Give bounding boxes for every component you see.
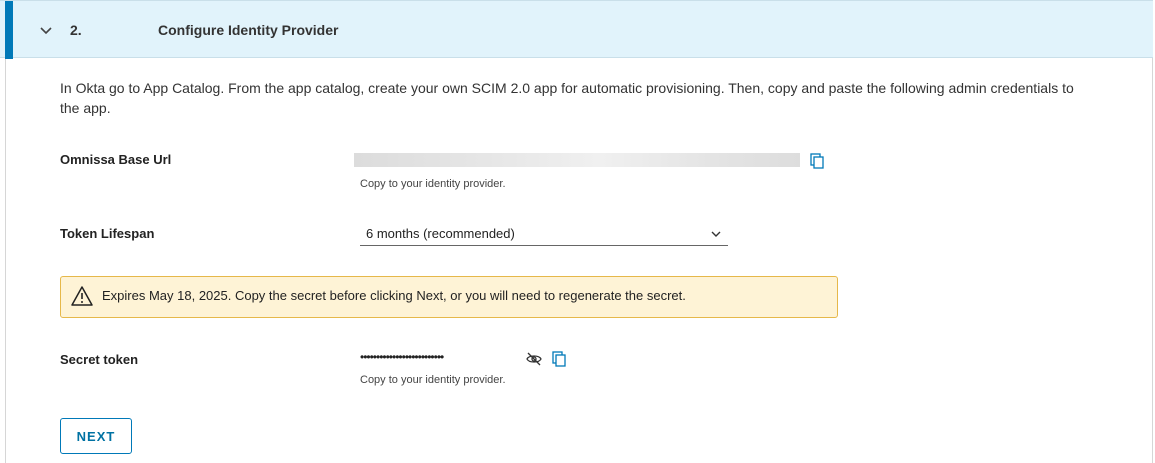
step-header[interactable]: 2. Configure Identity Provider — [0, 0, 1153, 59]
intro-text: In Okta go to App Catalog. From the app … — [60, 80, 1074, 116]
expiry-warning-alert: Expires May 18, 2025. Copy the secret be… — [60, 276, 838, 318]
copy-icon[interactable] — [552, 351, 566, 367]
token-lifespan-select[interactable]: 6 months (recommended) — [360, 222, 728, 246]
secret-token-value: •••••••••••••••••••••••••• — [360, 350, 444, 364]
warning-triangle-icon — [71, 286, 93, 306]
eye-hide-icon[interactable] — [526, 352, 542, 366]
next-button[interactable]: NEXT — [60, 418, 132, 454]
token-lifespan-value: 6 months (recommended) — [366, 226, 515, 241]
step-number: 2. — [70, 22, 82, 38]
token-lifespan-label: Token Lifespan — [60, 226, 155, 241]
step-title: Configure Identity Provider — [158, 22, 339, 38]
secret-token-helper: Copy to your identity provider. — [360, 374, 506, 386]
copy-icon[interactable] — [810, 153, 824, 169]
warning-text: Expires May 18, 2025. Copy the secret be… — [102, 288, 686, 303]
chevron-down-icon[interactable] — [38, 22, 54, 38]
secret-token-label: Secret token — [60, 352, 139, 367]
base-url-helper: Copy to your identity provider. — [360, 178, 506, 190]
step-accent-bar — [5, 1, 13, 59]
chevron-down-icon — [711, 231, 721, 237]
base-url-value — [354, 153, 800, 167]
base-url-label: Omnissa Base Url — [60, 152, 172, 167]
